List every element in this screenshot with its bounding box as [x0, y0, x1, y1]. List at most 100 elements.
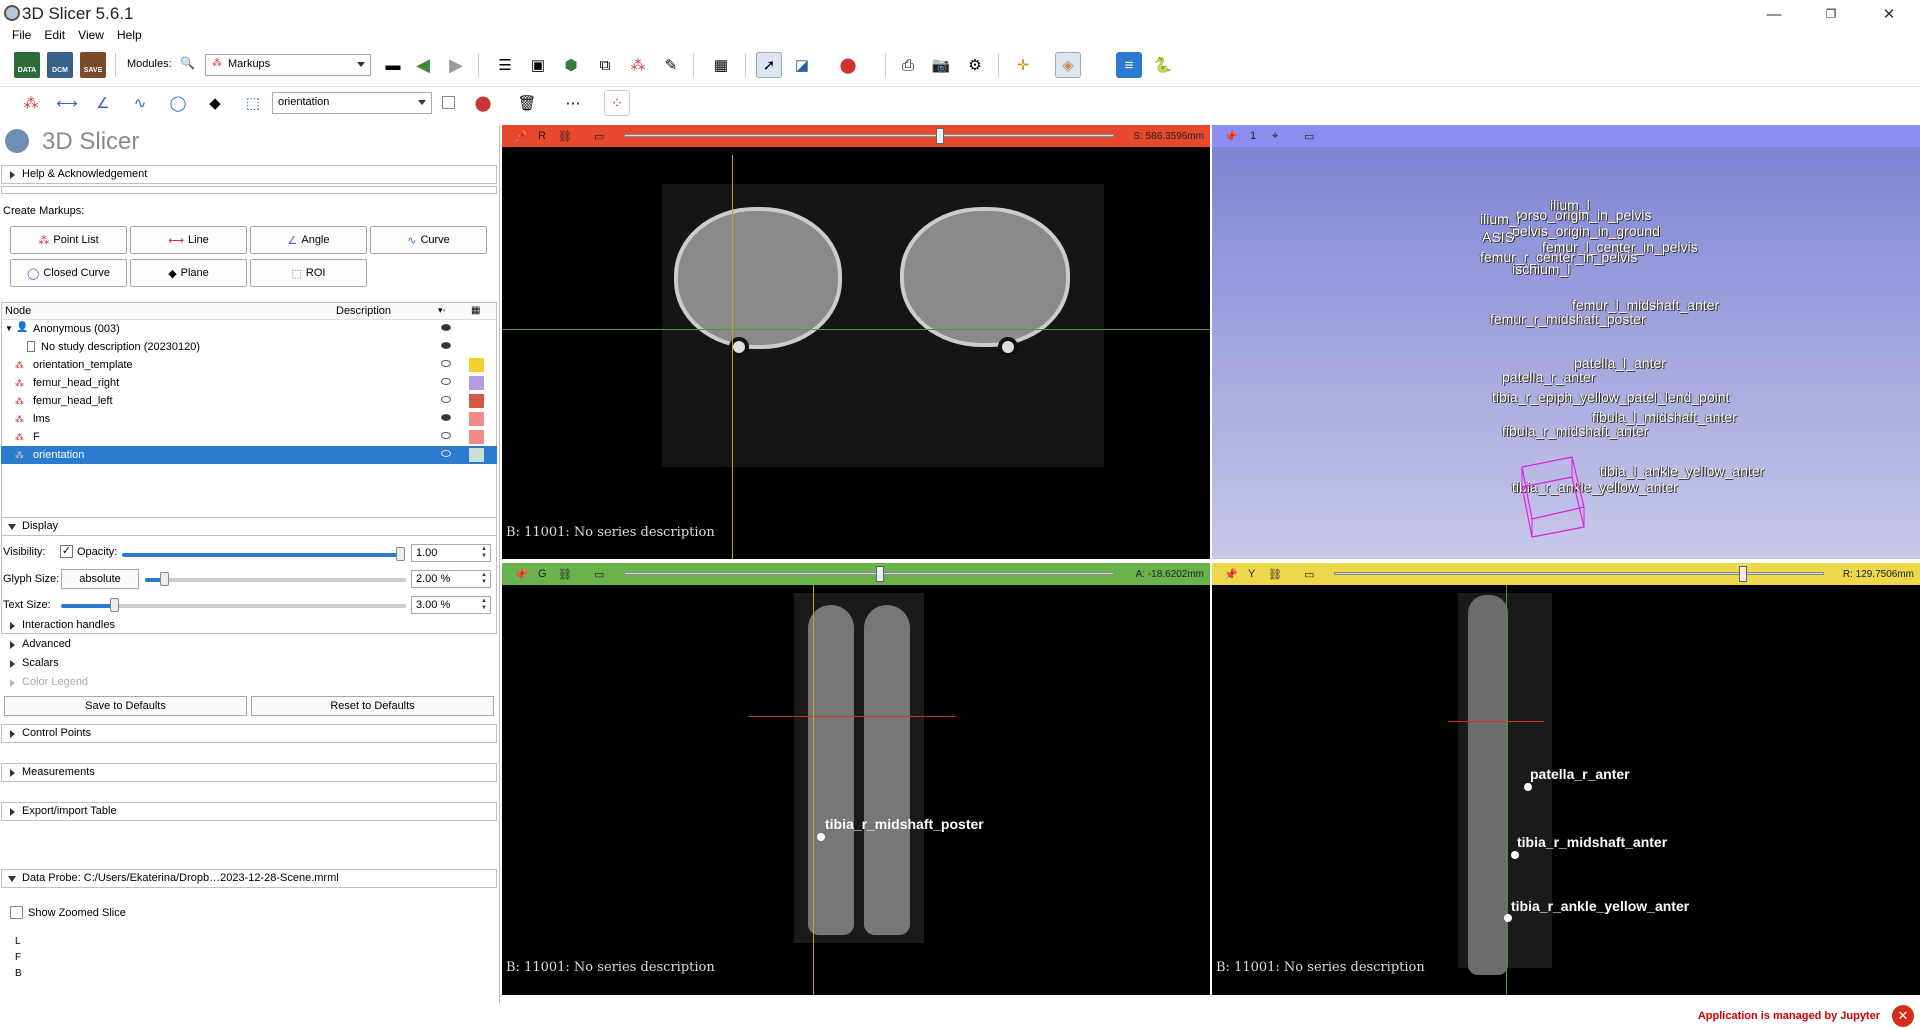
color-legend-section[interactable]: Color Legend	[10, 676, 88, 688]
tree-row-node[interactable]: ⁂ orientation_template	[1, 356, 497, 374]
data-button[interactable]: DATA	[14, 52, 40, 78]
dcm-button[interactable]: DCM	[47, 52, 73, 78]
eye-icon[interactable]	[441, 360, 451, 367]
new-point-list-icon[interactable]: ⁂	[18, 90, 44, 116]
reset-to-defaults-button[interactable]: Reset to Defaults	[251, 696, 494, 716]
color-swatch[interactable]	[469, 448, 484, 462]
new-plane-icon[interactable]: ◆	[202, 90, 228, 116]
green-offset-slider-handle[interactable]	[876, 566, 884, 582]
window-level-icon[interactable]: ◪	[789, 52, 815, 78]
layout-icon[interactable]: ▦	[708, 52, 734, 78]
save-button[interactable]: SAVE	[80, 52, 106, 78]
eye-icon[interactable]	[441, 414, 451, 421]
tree-row-node[interactable]: ⁂ femur_head_right	[1, 374, 497, 392]
node-column-header[interactable]: Node	[5, 305, 31, 317]
maximize-button[interactable]: ❐	[1808, 0, 1854, 28]
maximize-view-icon[interactable]: ▭	[594, 568, 604, 581]
tree-row-study[interactable]: No study description (20230120)	[1, 338, 497, 356]
red-offset-slider[interactable]	[624, 134, 1114, 137]
tree-row-node[interactable]: ⁂ lms	[1, 410, 497, 428]
angle-button[interactable]: ∠ Angle	[250, 226, 367, 254]
threed-view[interactable]: ilium_l torso_origin_in_pelvis ilium_r p…	[1212, 147, 1920, 559]
screenshot-icon[interactable]: ⎙	[895, 52, 921, 78]
interaction-handles-section[interactable]: Interaction handles	[10, 619, 115, 631]
color-column-icon[interactable]: ▦	[471, 305, 480, 316]
extensions-icon[interactable]: ≡	[1116, 52, 1142, 78]
link-icon[interactable]: ⛓	[558, 130, 572, 143]
yellow-offset-slider-handle[interactable]	[1739, 566, 1747, 582]
eye-icon[interactable]	[441, 432, 451, 439]
eye-icon[interactable]	[441, 378, 451, 385]
maximize-view-icon[interactable]: ▭	[1304, 568, 1314, 581]
forward-arrow-icon[interactable]: ▶	[443, 52, 469, 78]
eye-icon[interactable]	[441, 342, 451, 349]
new-roi-icon[interactable]: ⬚	[240, 90, 266, 116]
data-probe-section[interactable]: Data Probe: C:/Users/Ekaterina/Dropb…202…	[1, 869, 497, 888]
models-module-icon[interactable]: ⬢	[558, 52, 584, 78]
color-swatch[interactable]	[469, 412, 484, 426]
text-size-slider-handle[interactable]	[110, 598, 119, 612]
show-zoomed-slice-checkbox[interactable]	[10, 906, 23, 919]
export-import-table-section[interactable]: Export/import Table	[1, 802, 497, 821]
pin-icon[interactable]: 📌	[1224, 568, 1238, 581]
yellow-slice-view[interactable]: patella_r_anter tibia_r_midshaft_anter t…	[1212, 585, 1920, 995]
crosshair-icon[interactable]: ✛	[1010, 52, 1036, 78]
eye-icon[interactable]	[441, 396, 451, 403]
pin-icon[interactable]: 📌	[1224, 130, 1238, 143]
point-list-icon[interactable]: ⁘	[604, 90, 630, 116]
tree-row-node-selected[interactable]: ⁂ orientation	[1, 446, 497, 464]
glyph-mode-button[interactable]: absolute	[61, 569, 139, 589]
control-point[interactable]	[1511, 851, 1519, 859]
new-curve-icon[interactable]: ∿	[127, 90, 153, 116]
control-point[interactable]	[817, 833, 825, 841]
opacity-spinbox[interactable]: 1.00 ▲ ▼	[411, 544, 491, 562]
closed-curve-button[interactable]: ◯ Closed Curve	[10, 259, 127, 287]
tree-row-node[interactable]: ⁂ femur_head_left	[1, 392, 497, 410]
eye-icon[interactable]	[441, 324, 451, 331]
menu-edit[interactable]: Edit	[44, 28, 65, 42]
color-swatch[interactable]	[469, 358, 484, 372]
new-closed-curve-icon[interactable]: ◯	[165, 90, 191, 116]
segment-editor-icon[interactable]: ✎	[658, 52, 684, 78]
control-point[interactable]	[1504, 914, 1512, 922]
close-circle-icon[interactable]: ✕	[1892, 1005, 1914, 1027]
measurements-section[interactable]: Measurements	[1, 763, 497, 782]
place-mode-icon[interactable]: ⬤	[470, 90, 496, 116]
glyph-size-spinbox[interactable]: 2.00 % ▲ ▼	[411, 570, 491, 588]
help-section[interactable]: Help & Acknowledgement	[1, 165, 497, 184]
menu-help[interactable]: Help	[117, 28, 142, 42]
text-size-spinbox[interactable]: 3.00 % ▲ ▼	[411, 596, 491, 614]
color-swatch[interactable]	[442, 96, 455, 109]
visibility-column-icon[interactable]: ▾◦	[438, 305, 446, 316]
tree-row-node[interactable]: ⁂ F	[1, 428, 497, 446]
module-selector[interactable]: ⁂ Markups	[205, 54, 371, 76]
red-offset-slider-handle[interactable]	[936, 128, 944, 144]
roi-button[interactable]: ⬚ ROI	[250, 259, 367, 287]
color-swatch[interactable]	[469, 376, 484, 390]
tree-row-patient[interactable]: ▼ 👤 Anonymous (003)	[1, 320, 497, 338]
scene-view-icon[interactable]: 📷	[928, 52, 954, 78]
control-points-section[interactable]: Control Points	[1, 724, 497, 743]
volumes-module-icon[interactable]: ▣	[525, 52, 551, 78]
control-point[interactable]	[1524, 783, 1532, 791]
python-console-icon[interactable]: 🐍	[1150, 52, 1176, 78]
point-list-button[interactable]: ⁂ Point List	[10, 226, 127, 254]
delete-icon[interactable]: 🗑	[514, 90, 540, 116]
maximize-view-icon[interactable]: ▭	[1304, 130, 1314, 143]
color-swatch[interactable]	[469, 430, 484, 444]
close-button[interactable]: ✕	[1866, 0, 1912, 28]
data-module-icon[interactable]: ☰	[492, 52, 518, 78]
pin-icon[interactable]: 📌	[514, 130, 528, 143]
markups-module-icon[interactable]: ⁂	[625, 52, 651, 78]
pointer-icon[interactable]: ➚	[756, 52, 782, 78]
glyph-size-slider[interactable]	[145, 578, 406, 582]
more-options-icon[interactable]: ⋯	[560, 90, 586, 116]
slice-intersections-icon[interactable]: ◈	[1055, 52, 1081, 78]
maximize-view-icon[interactable]: ▭	[594, 130, 604, 143]
scene-restore-icon[interactable]: ⚙	[962, 52, 988, 78]
line-button[interactable]: ⟷ Line	[130, 226, 247, 254]
curve-button[interactable]: ∿ Curve	[370, 226, 487, 254]
link-icon[interactable]: ⛓	[558, 568, 572, 581]
color-swatch[interactable]	[469, 394, 484, 408]
yellow-offset-slider[interactable]	[1334, 572, 1824, 575]
